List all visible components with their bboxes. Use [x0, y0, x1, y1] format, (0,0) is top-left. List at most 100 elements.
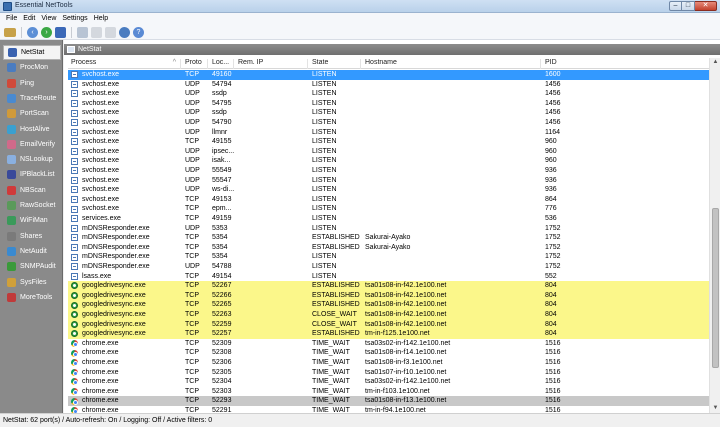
- sidebar-item-procmon[interactable]: ProcMon: [3, 60, 61, 75]
- tool-icon[interactable]: [77, 26, 88, 38]
- column-header-hostname[interactable]: Hostname: [362, 59, 541, 69]
- cell-state: LISTEN: [312, 176, 337, 184]
- netstat-icon: [67, 46, 75, 53]
- table-row[interactable]: chrome.exeTCP52291108.177.97.94TIME_WAIT…: [68, 406, 709, 413]
- play-icon[interactable]: ›: [41, 26, 52, 38]
- table-row[interactable]: googledrivesync.exeTCP52267216.58.200.42…: [68, 281, 709, 291]
- menu-view[interactable]: View: [38, 13, 59, 25]
- folder-icon[interactable]: [4, 27, 16, 37]
- table-row[interactable]: svchost.exeUDP54795?N/ALISTEN1456: [68, 99, 709, 109]
- sidebar-item-moretools[interactable]: MoreTools: [3, 290, 61, 305]
- table-row[interactable]: svchost.exeUDPws-di...?N/ALISTEN936: [68, 185, 709, 195]
- sidebar-item-netaudit[interactable]: NetAudit: [3, 244, 61, 259]
- sidebar-item-portscan[interactable]: PortScan: [3, 106, 61, 121]
- sidebar-item-netstat[interactable]: NetStat: [3, 45, 61, 60]
- scrollbar-thumb[interactable]: [712, 208, 719, 368]
- cell-pid: 536: [545, 215, 557, 222]
- table-row[interactable]: googledrivesync.exeTCP52266216.58.200.42…: [68, 290, 709, 301]
- scroll-down-icon[interactable]: ▼: [711, 404, 720, 413]
- cell-hostname: Sakurai-Ayako: [365, 243, 411, 251]
- menu-edit[interactable]: Edit: [20, 13, 38, 25]
- cell-proto: UDP: [185, 167, 200, 174]
- table-row[interactable]: svchost.exeUDP55547?N/ALISTEN936: [68, 176, 709, 186]
- cell-state: LISTEN: [312, 167, 337, 174]
- table-row[interactable]: svchost.exeUDPipsec...?N/ALISTEN960: [68, 147, 709, 157]
- sidebar-item-nbscan[interactable]: NBScan: [3, 183, 61, 198]
- column-header-pid[interactable]: PID: [542, 59, 709, 69]
- sidebar-item-shares[interactable]: Shares: [3, 229, 61, 244]
- table-row[interactable]: svchost.exeUDP54794?N/ALISTEN1456: [68, 80, 709, 90]
- table-row[interactable]: svchost.exeUDPisak...?N/ALISTEN960: [68, 156, 709, 166]
- table-row[interactable]: chrome.exeTCP52305172.217.24.10TIME_WAIT…: [68, 368, 709, 378]
- copy-icon[interactable]: [91, 26, 102, 38]
- table-row[interactable]: googledrivesync.exeTCP52257108.177.97.12…: [68, 329, 709, 339]
- table-row[interactable]: mDNSResponder.exeTCP5354?N/ALISTEN1752: [68, 252, 709, 262]
- column-header-process[interactable]: Process ^: [68, 59, 181, 69]
- emailverify-icon: [7, 139, 16, 149]
- table-row[interactable]: chrome.exeTCP52309172.217.27.142TIME_WAI…: [68, 339, 709, 349]
- table-row[interactable]: svchost.exeTCP49160?N/ALISTEN1600: [68, 70, 709, 80]
- table-row[interactable]: mDNSResponder.exeTCP5354?127.0.0.1ESTABL…: [68, 243, 709, 253]
- paste-icon[interactable]: [105, 26, 116, 38]
- column-header-state[interactable]: State: [309, 59, 361, 69]
- menu-help[interactable]: Help: [91, 13, 111, 25]
- sidebar-item-emailverify[interactable]: EmailVerify: [3, 137, 61, 152]
- cell-local-port: ssdp: [212, 109, 227, 117]
- table-row[interactable]: mDNSResponder.exeTCP5354?127.0.0.1ESTABL…: [68, 233, 709, 243]
- back-icon[interactable]: ‹: [27, 26, 38, 38]
- table-row[interactable]: googledrivesync.exeTCP52265216.58.200.42…: [68, 300, 709, 310]
- cell-pid: 936: [545, 186, 557, 194]
- cell-process: googledrivesync.exe: [82, 291, 146, 299]
- table-row[interactable]: svchost.exeTCPepm...?N/ALISTEN776: [68, 204, 709, 214]
- minimize-button[interactable]: –: [669, 1, 682, 11]
- column-header-remote-ip[interactable]: Rem. IP: [235, 59, 308, 69]
- sidebar-item-ipblacklist[interactable]: IPBlackList: [3, 167, 61, 182]
- rawsocket-icon: [7, 201, 16, 210]
- table-row[interactable]: services.exeTCP49159?N/ALISTEN536: [68, 214, 709, 224]
- save-icon[interactable]: [55, 26, 66, 38]
- table-row[interactable]: chrome.exeTCP52306172.217.27.131TIME_WAI…: [68, 358, 709, 368]
- table-row[interactable]: mDNSResponder.exeUDP54788?N/ALISTEN1752: [68, 262, 709, 272]
- table-row[interactable]: lsass.exeTCP49154?N/ALISTEN552: [68, 272, 709, 282]
- table-row[interactable]: svchost.exeUDP55549?N/ALISTEN936: [68, 166, 709, 176]
- menu-file[interactable]: File: [3, 13, 20, 25]
- sidebar-item-wifiman[interactable]: WiFiMan: [3, 213, 61, 228]
- help-icon[interactable]: ?: [133, 26, 144, 38]
- cell-local-port: 49160: [212, 71, 232, 78]
- sidebar-item-sysfiles[interactable]: SysFiles: [3, 275, 61, 290]
- table-row[interactable]: chrome.exeTCP52308216.58.200.46TIME_WAIT…: [68, 348, 709, 358]
- table-row[interactable]: chrome.exeTCP52293216.58.200.45TIME_WAIT…: [68, 396, 709, 406]
- sidebar-item-nslookup[interactable]: NSLookup: [3, 152, 61, 167]
- table-row[interactable]: googledrivesync.exeTCP52259216.58.200.42…: [68, 319, 709, 330]
- vertical-scrollbar[interactable]: ▲ ▼: [709, 58, 720, 413]
- cell-local-port: 52305: [212, 368, 232, 376]
- menu-settings[interactable]: Settings: [59, 13, 90, 25]
- table-row[interactable]: svchost.exeTCP49153?N/ALISTEN864: [68, 195, 709, 205]
- close-button[interactable]: ✕: [695, 1, 717, 11]
- cell-proto: TCP: [185, 195, 199, 203]
- table-row[interactable]: chrome.exeTCP52303108.177.97.103TIME_WAI…: [68, 387, 709, 397]
- column-header-local-port[interactable]: Loc...: [209, 59, 234, 69]
- cell-process: chrome.exe: [82, 397, 119, 405]
- sidebar-item-traceroute[interactable]: TraceRoute: [3, 91, 61, 106]
- table-row[interactable]: svchost.exeUDP54790?N/ALISTEN1456: [68, 118, 709, 128]
- table-row[interactable]: svchost.exeTCP49155?N/ALISTEN960: [68, 137, 709, 147]
- settings-icon[interactable]: [119, 26, 130, 38]
- sidebar-item-hostalive[interactable]: HostAlive: [3, 122, 61, 137]
- process-icon: [71, 176, 78, 184]
- sidebar-item-snmpaudit[interactable]: SNMPAudit: [3, 259, 61, 274]
- table-row[interactable]: chrome.exeTCP52304172.217.27.142TIME_WAI…: [68, 377, 709, 387]
- column-header-proto[interactable]: Proto: [182, 59, 208, 69]
- table-row[interactable]: mDNSResponder.exeUDP5353?N/ALISTEN1752: [68, 224, 709, 234]
- sidebar-item-ping[interactable]: Ping: [3, 76, 61, 91]
- maximize-button[interactable]: □: [682, 1, 695, 11]
- cell-local-port: 52304: [212, 378, 232, 386]
- scroll-up-icon[interactable]: ▲: [711, 58, 720, 67]
- sidebar-item-rawsocket[interactable]: RawSocket: [3, 198, 61, 213]
- table-row[interactable]: googledrivesync.exeTCP52263216.58.200.42…: [68, 310, 709, 320]
- table-row[interactable]: svchost.exeUDPssdp?N/ALISTEN1456: [68, 108, 709, 118]
- table-row[interactable]: svchost.exeUDPssdp?N/ALISTEN1456: [68, 89, 709, 99]
- title-bar[interactable]: Essential NetTools – □ ✕: [0, 0, 720, 13]
- table-row[interactable]: svchost.exeUDPllmnr?N/ALISTEN1164: [68, 128, 709, 138]
- cell-proto: TCP: [185, 397, 199, 405]
